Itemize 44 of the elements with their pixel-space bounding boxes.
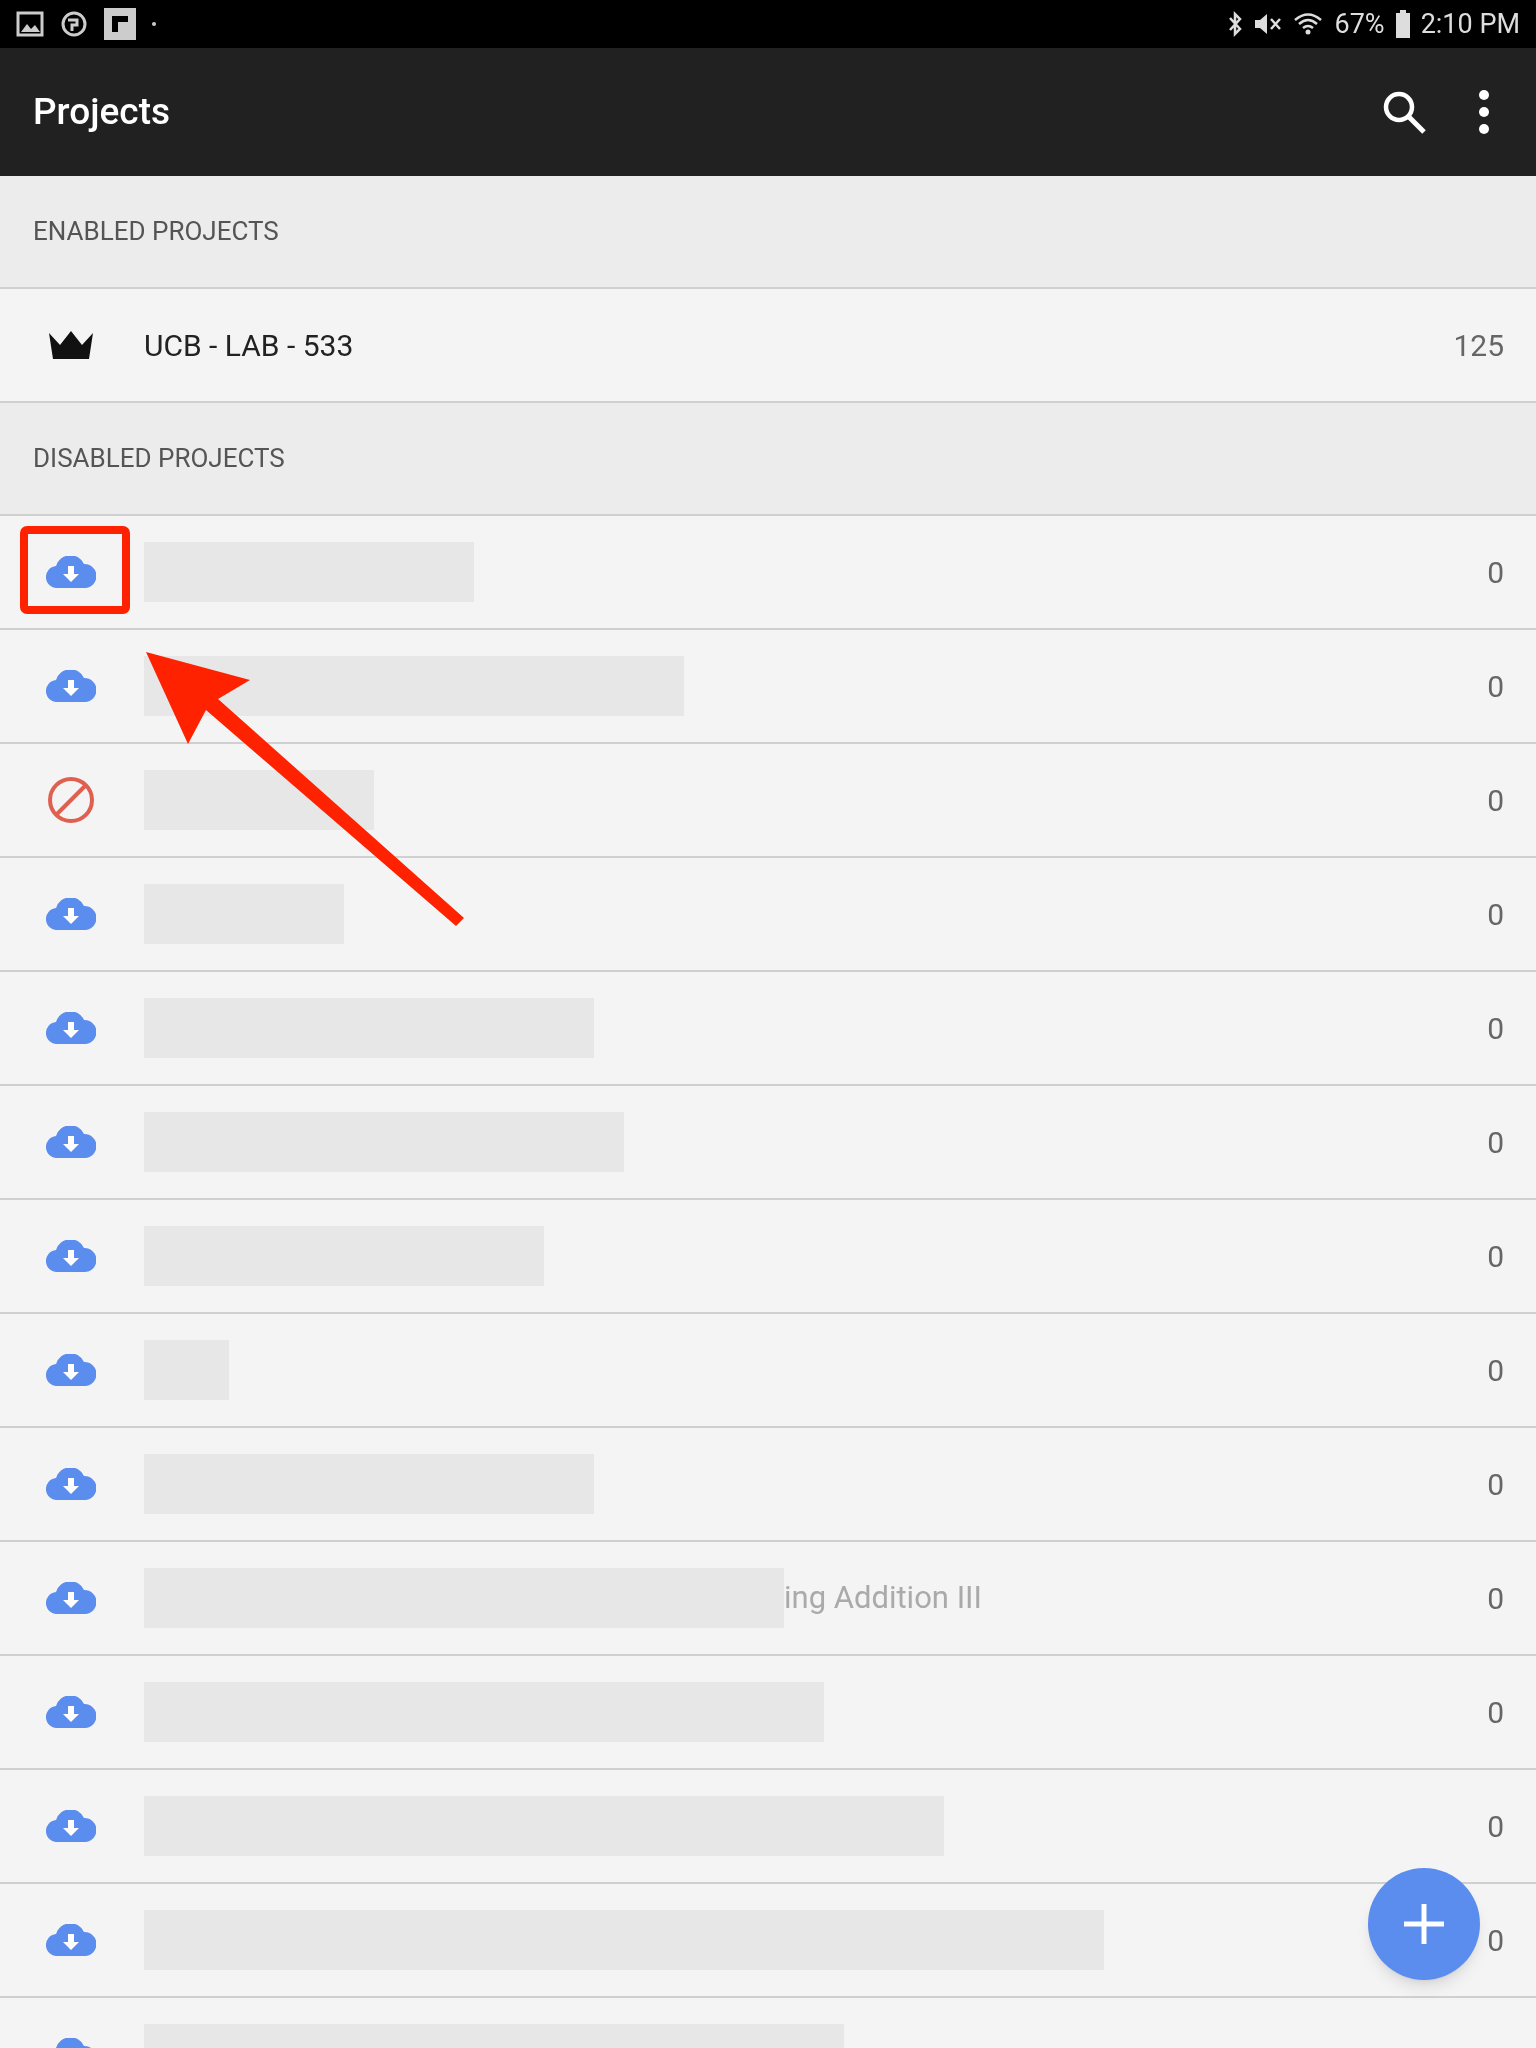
project-count: 0 bbox=[1487, 1465, 1504, 1504]
cloud-download-icon bbox=[46, 1126, 96, 1158]
cloud-download-icon bbox=[46, 556, 96, 588]
project-count: 0 bbox=[1487, 1123, 1504, 1162]
app-icon bbox=[104, 8, 136, 40]
cloud-download-icon bbox=[46, 1810, 96, 1842]
project-count: 0 bbox=[1487, 1351, 1504, 1390]
project-count: 0 bbox=[1487, 1009, 1504, 1048]
app-title: Projects bbox=[33, 89, 170, 136]
cloud-download-icon bbox=[46, 1468, 96, 1500]
cloud-download-icon bbox=[46, 1240, 96, 1272]
project-name: UCB - LAB - 533 bbox=[144, 326, 354, 365]
cloud-download-icon bbox=[46, 1924, 96, 1956]
project-count: 0 bbox=[1487, 1579, 1504, 1618]
cloud-download-icon bbox=[46, 898, 96, 930]
project-count: 0 bbox=[1487, 1921, 1504, 1960]
cloud-download-icon bbox=[46, 1012, 96, 1044]
project-count: 0 bbox=[1487, 1237, 1504, 1276]
crown-icon bbox=[47, 329, 95, 361]
project-count: 0 bbox=[1487, 1693, 1504, 1732]
bluetooth-icon bbox=[1226, 11, 1243, 37]
project-count: 0 bbox=[1487, 895, 1504, 934]
project-count: 0 bbox=[1487, 1807, 1504, 1846]
section-header: DISABLED PROJECTS bbox=[33, 442, 285, 475]
clock-time: 2:10 PM bbox=[1420, 6, 1520, 42]
section-header: ENABLED PROJECTS bbox=[33, 215, 279, 248]
no-entry-icon bbox=[47, 776, 95, 824]
dot-icon bbox=[152, 22, 156, 26]
project-count: 0 bbox=[1487, 667, 1504, 706]
search-icon bbox=[1381, 89, 1427, 135]
more-vertical-icon bbox=[1478, 90, 1490, 134]
image-icon bbox=[16, 11, 44, 37]
project-count: 125 bbox=[1453, 326, 1504, 365]
cloud-download-icon bbox=[46, 670, 96, 702]
project-count: 0 bbox=[1487, 781, 1504, 820]
project-count: 0 bbox=[1487, 553, 1504, 592]
project-name: ing Addition III bbox=[784, 1577, 982, 1618]
battery-icon bbox=[1394, 10, 1411, 38]
plus-icon bbox=[1402, 1902, 1446, 1946]
mute-icon bbox=[1252, 11, 1283, 37]
cloud-download-icon bbox=[46, 1354, 96, 1386]
cloud-download-icon bbox=[46, 1582, 96, 1614]
cloud-download-icon bbox=[46, 1696, 96, 1728]
battery-percent: 67% bbox=[1334, 6, 1385, 42]
